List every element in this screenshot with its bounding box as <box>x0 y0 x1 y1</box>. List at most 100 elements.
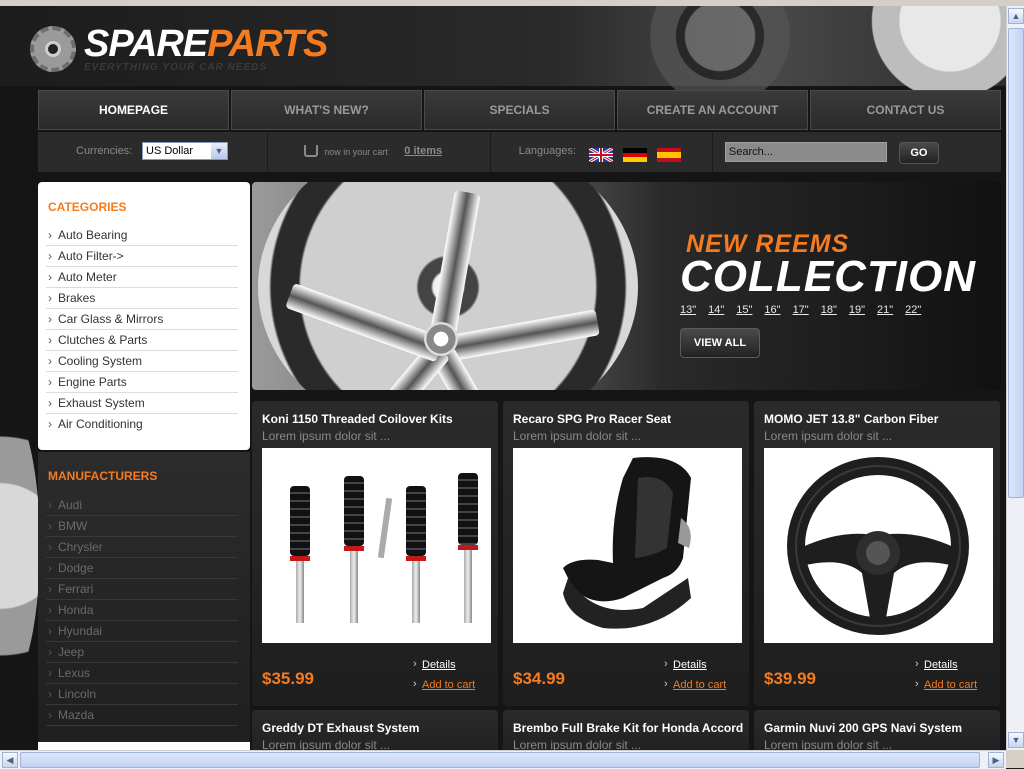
manufacturer-item[interactable]: Chrysler <box>46 538 238 558</box>
cart-items-link[interactable]: 0 items <box>404 145 442 157</box>
search-section: Search... GO <box>713 132 1001 172</box>
manufacturer-item[interactable]: Lincoln <box>46 685 238 705</box>
product-card: Brembo Full Brake Kit for Honda Accord L… <box>503 710 749 750</box>
category-item[interactable]: Cooling System <box>46 352 238 372</box>
manufacturer-item[interactable]: Dodge <box>46 559 238 579</box>
shock-spring <box>344 476 364 546</box>
product-price: $35.99 <box>262 669 314 688</box>
size-link-15[interactable]: 15" <box>736 304 752 316</box>
chevron-down-icon[interactable]: ▼ <box>211 143 227 159</box>
nav-specials[interactable]: SPECIALS <box>424 90 615 130</box>
shock-spring <box>406 486 426 556</box>
hero-banner: NEW REEMS COLLECTION 13" 14" 15" 16" 17"… <box>252 182 1001 390</box>
manufacturer-item[interactable]: Lexus <box>46 664 238 684</box>
main-navigation: HOMEPAGE WHAT'S NEW? SPECIALS CREATE AN … <box>38 90 1001 130</box>
scroll-down-icon[interactable]: ▼ <box>1008 732 1024 748</box>
product-description: Lorem ipsum dolor sit ... <box>262 429 391 443</box>
flag-spain-icon[interactable] <box>656 148 681 162</box>
size-link-17[interactable]: 17" <box>793 304 809 316</box>
manufacturer-item[interactable]: BMW <box>46 517 238 537</box>
scroll-right-icon[interactable]: ▶ <box>988 752 1004 768</box>
shock-spring <box>290 486 310 556</box>
details-link[interactable]: Details <box>413 658 456 671</box>
currency-section: Currencies: US Dollar ▼ <box>38 132 269 172</box>
size-link-19[interactable]: 19" <box>849 304 865 316</box>
category-item[interactable]: Car Glass & Mirrors <box>46 310 238 330</box>
category-item[interactable]: Clutches & Parts <box>46 331 238 351</box>
details-link[interactable]: Details <box>664 658 707 671</box>
size-link-21[interactable]: 21" <box>877 304 893 316</box>
size-link-16[interactable]: 16" <box>764 304 780 316</box>
manufacturer-item[interactable]: Mazda <box>46 706 238 726</box>
product-name[interactable]: Brembo Full Brake Kit for Honda Accord <box>513 721 743 735</box>
category-item[interactable]: Auto Bearing <box>46 226 238 246</box>
scroll-left-icon[interactable]: ◀ <box>2 752 18 768</box>
currencies-label: Currencies: <box>76 145 133 157</box>
product-description: Lorem ipsum dolor sit ... <box>262 738 391 750</box>
search-input[interactable]: Search... <box>724 142 887 162</box>
size-link-22[interactable]: 22" <box>905 304 921 316</box>
size-link-14[interactable]: 14" <box>708 304 724 316</box>
product-image-racing-seat[interactable] <box>513 448 742 643</box>
product-image-coilover[interactable] <box>262 448 491 643</box>
site-logo[interactable]: SPAREPARTS EVERYTHING YOUR CAR NEEDS <box>30 24 350 76</box>
horizontal-scroll-thumb[interactable] <box>20 752 980 768</box>
shock-rod <box>412 553 420 623</box>
category-item[interactable]: Auto Filter-> <box>46 247 238 267</box>
racing-seat-illustration <box>563 457 691 629</box>
shock-rod <box>296 553 304 623</box>
languages-label: Languages: <box>518 145 577 157</box>
horizontal-scrollbar[interactable]: ◀ ▶ <box>0 750 1006 769</box>
flag-uk-icon[interactable] <box>588 148 613 162</box>
add-to-cart-link[interactable]: Add to cart <box>915 678 977 691</box>
categories-list: Auto Bearing Auto Filter-> Auto Meter Br… <box>46 226 238 435</box>
wheel-size-links: 13" 14" 15" 16" 17" 18" 19" 21" 22" <box>680 304 921 316</box>
scrollbar-corner <box>1006 750 1024 768</box>
manufacturer-item[interactable]: Audi <box>46 496 238 516</box>
manufacturers-title: MANUFACTURERS <box>48 469 158 483</box>
cart-section: now in your cart 0 items <box>268 132 491 172</box>
manufacturer-item[interactable]: Ferrari <box>46 580 238 600</box>
search-go-button[interactable]: GO <box>898 142 939 164</box>
product-name[interactable]: Koni 1150 Threaded Coilover Kits <box>262 412 453 426</box>
product-name[interactable]: Garmin Nuvi 200 GPS Navi System <box>764 721 962 735</box>
category-item[interactable]: Auto Meter <box>46 268 238 288</box>
vertical-scroll-thumb[interactable] <box>1008 28 1024 498</box>
shopping-cart-icon[interactable] <box>304 145 319 157</box>
vertical-scrollbar[interactable]: ▲ ▼ <box>1006 6 1024 750</box>
shock-spring <box>458 473 478 545</box>
product-name[interactable]: MOMO JET 13.8" Carbon Fiber <box>764 412 938 426</box>
product-name[interactable]: Greddy DT Exhaust System <box>262 721 419 735</box>
shock-band <box>290 556 310 561</box>
currency-select[interactable]: US Dollar ▼ <box>142 142 228 160</box>
nav-homepage[interactable]: HOMEPAGE <box>38 90 229 130</box>
details-link[interactable]: Details <box>915 658 958 671</box>
product-description: Lorem ipsum dolor sit ... <box>513 429 642 443</box>
manufacturer-item[interactable]: Honda <box>46 601 238 621</box>
manufacturer-item[interactable]: Jeep <box>46 643 238 663</box>
size-link-18[interactable]: 18" <box>821 304 837 316</box>
product-description: Lorem ipsum dolor sit ... <box>764 429 893 443</box>
category-item[interactable]: Brakes <box>46 289 238 309</box>
nav-create-account[interactable]: CREATE AN ACCOUNT <box>617 90 808 130</box>
logo-text: SPAREPARTS <box>84 23 328 65</box>
product-image-steering-wheel[interactable] <box>764 448 993 643</box>
product-name[interactable]: Recaro SPG Pro Racer Seat <box>513 412 671 426</box>
banner-title: COLLECTION <box>680 252 976 301</box>
category-item[interactable]: Exhaust System <box>46 394 238 414</box>
nav-contact-us[interactable]: CONTACT US <box>810 90 1001 130</box>
product-price: $39.99 <box>764 669 816 688</box>
manufacturer-item[interactable]: Hyundai <box>46 622 238 642</box>
scroll-up-icon[interactable]: ▲ <box>1008 8 1024 24</box>
wrench <box>377 497 393 559</box>
add-to-cart-link[interactable]: Add to cart <box>664 678 726 691</box>
category-item[interactable]: Air Conditioning <box>46 415 238 434</box>
view-all-button[interactable]: VIEW ALL <box>680 328 760 358</box>
flag-germany-icon[interactable] <box>622 148 647 162</box>
size-link-13[interactable]: 13" <box>680 304 696 316</box>
nav-whats-new[interactable]: WHAT'S NEW? <box>231 90 422 130</box>
add-to-cart-link[interactable]: Add to cart <box>413 678 475 691</box>
info-bar: Currencies: US Dollar ▼ now in your cart… <box>38 132 1001 172</box>
category-item[interactable]: Engine Parts <box>46 373 238 393</box>
web-page: SPAREPARTS EVERYTHING YOUR CAR NEEDS HOM… <box>0 6 1006 750</box>
